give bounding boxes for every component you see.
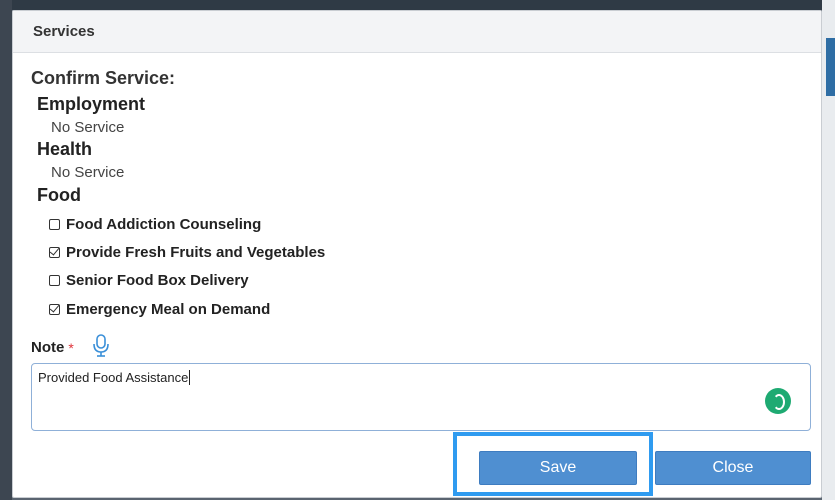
dialog-title: Services: [13, 11, 821, 53]
food-item-label: Emergency Meal on Demand: [66, 301, 271, 318]
microphone-icon[interactable]: [90, 333, 112, 359]
services-dialog: Services Confirm Service: Employment No …: [12, 10, 822, 498]
checked-checkbox-icon[interactable]: [49, 304, 60, 315]
food-item-label: Provide Fresh Fruits and Vegetables: [66, 244, 326, 261]
required-marker: *: [68, 339, 74, 356]
grammar-assistant-icon[interactable]: [765, 388, 791, 414]
note-textarea[interactable]: Provided Food Assistance: [31, 363, 811, 431]
section-title-food: Food: [37, 185, 81, 205]
checkbox-icon[interactable]: [49, 275, 60, 286]
background-app-bar: [0, 0, 835, 10]
save-button[interactable]: Save: [479, 451, 637, 485]
section-title-health: Health: [37, 139, 93, 159]
background-app-accent: [826, 38, 835, 96]
section-title-employment: Employment: [37, 94, 146, 114]
checkbox-icon[interactable]: [49, 219, 60, 230]
food-item-senior-food-box[interactable]: Senior Food Box Delivery: [49, 272, 249, 289]
section-value-health: No Service: [51, 164, 125, 181]
food-item-emergency-meal[interactable]: Emergency Meal on Demand: [49, 301, 270, 318]
note-text: Provided Food Assistance: [38, 370, 189, 385]
checked-checkbox-icon[interactable]: [49, 247, 60, 258]
food-item-fresh-fruits[interactable]: Provide Fresh Fruits and Vegetables: [49, 244, 325, 261]
close-button[interactable]: Close: [655, 451, 811, 485]
confirm-service-title: Confirm Service:: [31, 68, 176, 88]
food-item-label: Senior Food Box Delivery: [66, 272, 249, 289]
food-item-addiction-counseling[interactable]: Food Addiction Counseling: [49, 216, 261, 233]
text-cursor: [189, 370, 191, 385]
background-app-left: [0, 0, 12, 500]
section-value-employment: No Service: [51, 119, 125, 136]
food-item-label: Food Addiction Counseling: [66, 216, 262, 233]
note-label: Note *: [31, 339, 74, 356]
